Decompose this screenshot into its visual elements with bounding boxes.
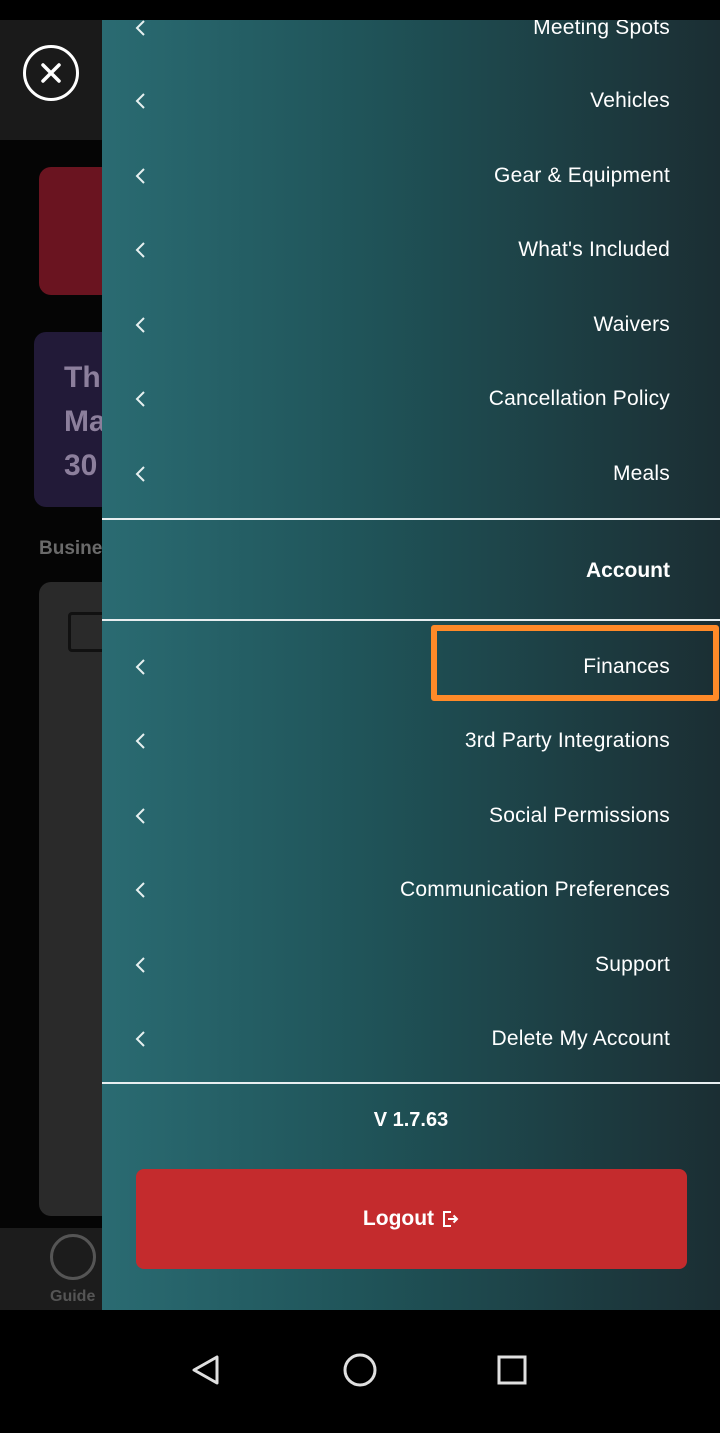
- chevron-left-icon: [135, 659, 145, 675]
- logout-button[interactable]: Logout: [136, 1169, 687, 1269]
- menu-item-social-permissions[interactable]: Social Permissions: [102, 779, 720, 853]
- chevron-left-icon: [135, 466, 145, 482]
- chevron-left-icon: [135, 168, 145, 184]
- menu-item-label: Vehicles: [590, 89, 670, 112]
- menu-item-meals[interactable]: Meals: [102, 437, 720, 511]
- menu-item-delete-my-account[interactable]: Delete My Account: [102, 1002, 720, 1076]
- recents-square-icon: [497, 1355, 527, 1385]
- bg-card-text: Th Ma 30: [64, 361, 106, 482]
- menu-item-meeting-spots[interactable]: Meeting Spots: [102, 20, 720, 65]
- logout-label: Logout: [362, 1207, 435, 1230]
- close-drawer-button[interactable]: [23, 45, 79, 101]
- home-button[interactable]: [330, 1340, 390, 1400]
- recents-button[interactable]: [482, 1340, 542, 1400]
- divider: [102, 518, 720, 520]
- menu-item-label: Finances: [583, 655, 670, 678]
- menu-item-3rd-party-integrations[interactable]: 3rd Party Integrations: [102, 704, 720, 778]
- chevron-left-icon: [135, 20, 145, 36]
- menu-item-support[interactable]: Support: [102, 928, 720, 1002]
- menu-item-finances[interactable]: Finances: [102, 630, 720, 704]
- status-bar: [0, 0, 720, 20]
- menu-item-label: Delete My Account: [491, 1027, 670, 1050]
- logout-icon: [443, 1211, 459, 1227]
- chevron-left-icon: [135, 882, 145, 898]
- chevron-left-icon: [135, 808, 145, 824]
- chevron-left-icon: [135, 1031, 145, 1047]
- menu-item-gear-equipment[interactable]: Gear & Equipment: [102, 139, 720, 213]
- system-nav-bar: [0, 1310, 720, 1433]
- menu-item-waivers[interactable]: Waivers: [102, 288, 720, 362]
- back-button[interactable]: [176, 1340, 236, 1400]
- menu-item-label: Cancellation Policy: [488, 387, 670, 410]
- chevron-left-icon: [135, 317, 145, 333]
- chevron-left-icon: [135, 733, 145, 749]
- back-triangle-icon: [192, 1355, 219, 1385]
- menu-item-communication-preferences[interactable]: Communication Preferences: [102, 853, 720, 927]
- menu-item-label: Gear & Equipment: [494, 164, 670, 187]
- menu-item-vehicles[interactable]: Vehicles: [102, 64, 720, 138]
- side-drawer: Meeting Spots Vehicles Gear & Equipment …: [102, 20, 720, 1310]
- menu-item-label: Meals: [612, 462, 670, 485]
- chevron-left-icon: [135, 93, 145, 109]
- menu-item-whats-included[interactable]: What's Included: [102, 213, 720, 287]
- menu-item-label: What's Included: [518, 238, 670, 261]
- menu-item-label: Meeting Spots: [533, 20, 670, 39]
- compass-icon: [50, 1234, 96, 1280]
- menu-item-label: Support: [595, 953, 670, 976]
- divider: [102, 619, 720, 621]
- chevron-left-icon: [135, 391, 145, 407]
- menu-item-label: Social Permissions: [489, 804, 670, 827]
- section-title-account: Account: [586, 559, 670, 582]
- home-circle-icon: [343, 1353, 377, 1387]
- app-version: V 1.7.63: [373, 1109, 449, 1131]
- chevron-left-icon: [135, 242, 145, 258]
- divider: [102, 1082, 720, 1084]
- chevron-left-icon: [135, 957, 145, 973]
- bg-nav-label: Guide: [50, 1288, 96, 1305]
- menu-item-label: Communication Preferences: [400, 878, 670, 901]
- close-icon: [41, 63, 61, 83]
- menu-item-label: 3rd Party Integrations: [464, 729, 670, 752]
- menu-item-cancellation-policy[interactable]: Cancellation Policy: [102, 362, 720, 436]
- bg-section-label: Busine: [39, 538, 103, 559]
- menu-item-label: Waivers: [593, 313, 670, 336]
